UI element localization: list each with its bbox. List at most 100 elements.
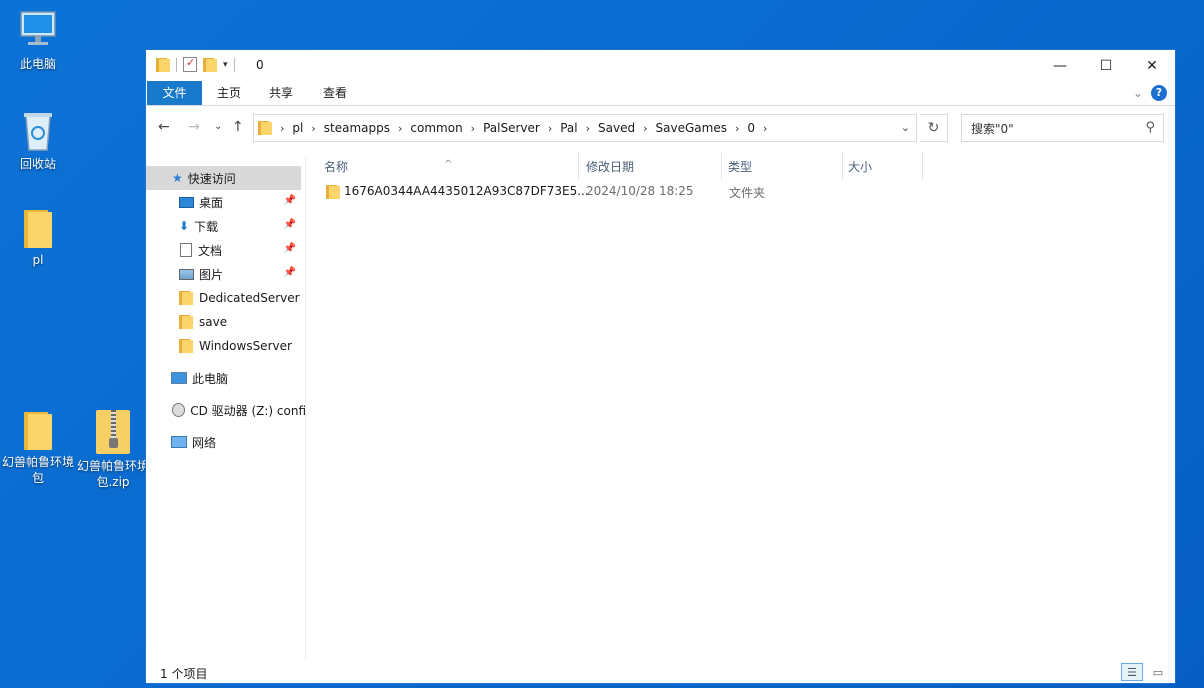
- breadcrumb-label: Saved: [598, 121, 636, 135]
- nav-item-label: 桌面: [199, 195, 224, 210]
- nav-item-label: 快速访问: [187, 171, 236, 186]
- table-row[interactable]: 1676A0344AA4435012A93C87DF73E5... 2024/1…: [320, 181, 1160, 203]
- large-icons-view-button[interactable]: ▭: [1147, 663, 1169, 681]
- breadcrumb-pl[interactable]: pl ›: [292, 121, 323, 135]
- column-header-label: 大小: [848, 160, 873, 174]
- pin-icon[interactable]: 📌: [284, 219, 296, 230]
- breadcrumb-saved[interactable]: Saved ›: [598, 121, 655, 135]
- nav-item-cd-drive[interactable]: CD 驱动器 (Z:) confi: [146, 398, 305, 422]
- breadcrumb-chevron-icon[interactable]: ›: [735, 122, 739, 135]
- nav-item-downloads[interactable]: ⬇ 下载 📌: [146, 214, 305, 238]
- nav-item-pictures[interactable]: 图片 📌: [146, 262, 305, 286]
- nav-item-label: 此电脑: [192, 371, 229, 386]
- nav-item-network[interactable]: 网络: [146, 430, 305, 454]
- pin-icon[interactable]: 📌: [284, 243, 296, 254]
- breadcrumb-chevron-icon[interactable]: ›: [471, 122, 475, 135]
- breadcrumb-chevron-icon[interactable]: ›: [586, 122, 590, 135]
- computer-icon: [20, 11, 56, 45]
- breadcrumb-chevron-icon[interactable]: ›: [763, 122, 767, 135]
- breadcrumb-separator[interactable]: ›: [280, 122, 292, 135]
- tab-view[interactable]: 查看: [310, 81, 360, 105]
- desktop-icon-pl-folder[interactable]: pl: [0, 210, 76, 268]
- tab-home[interactable]: 主页: [204, 81, 254, 105]
- search-icon[interactable]: ⚲: [1145, 120, 1155, 135]
- breadcrumb-palserver[interactable]: PalServer ›: [483, 121, 560, 135]
- tab-share[interactable]: 共享: [256, 81, 306, 105]
- search-placeholder: 搜索"0": [971, 121, 1014, 136]
- address-history-chevron-icon[interactable]: ⌄: [901, 121, 910, 134]
- properties-icon[interactable]: [183, 56, 197, 72]
- cd-drive-icon: [172, 403, 186, 417]
- refresh-button[interactable]: ↻: [920, 114, 948, 142]
- desktop-icon-palworld-zip[interactable]: 幻兽帕鲁环境包.zip: [75, 410, 151, 490]
- nav-item-label: DedicatedServer: [199, 291, 300, 305]
- folder-icon: [326, 185, 340, 199]
- column-header-name[interactable]: ^ 名称: [306, 155, 578, 179]
- refresh-icon: ↻: [927, 120, 940, 136]
- nav-item-this-pc[interactable]: 此电脑: [146, 366, 305, 390]
- breadcrumb-steamapps[interactable]: steamapps ›: [324, 121, 411, 135]
- nav-item-documents[interactable]: 文档 📌: [146, 238, 305, 262]
- breadcrumb-label: steamapps: [323, 121, 390, 135]
- tab-file[interactable]: 文件: [147, 81, 202, 105]
- details-view-button[interactable]: ☰: [1121, 663, 1143, 681]
- folder-icon: [258, 121, 272, 135]
- breadcrumb-common[interactable]: common ›: [410, 121, 483, 135]
- desktop-icon-palworld-pack[interactable]: 幻兽帕鲁环境包: [0, 412, 76, 486]
- up-arrow-icon[interactable]: ↑: [232, 119, 244, 135]
- breadcrumb-pal[interactable]: Pal ›: [560, 121, 598, 135]
- navigation-bar: ← → ⌄ ↑ › pl › steamapps › common › PalServ…: [146, 107, 1175, 148]
- computer-icon: [171, 372, 187, 384]
- file-list: ^ 名称 修改日期 类型 大小 1676A0344AA4435012A93C87…: [306, 148, 1175, 666]
- pin-icon[interactable]: 📌: [284, 267, 296, 278]
- back-arrow-icon[interactable]: ←: [158, 119, 170, 135]
- new-folder-icon[interactable]: [203, 57, 217, 72]
- desktop-icon-label: 幻兽帕鲁环境包.zip: [76, 459, 149, 489]
- pin-icon[interactable]: 📌: [284, 195, 296, 206]
- desktop-icon-label: 此电脑: [19, 57, 56, 71]
- breadcrumb-chevron-icon[interactable]: ›: [398, 122, 402, 135]
- breadcrumb-savegames[interactable]: SaveGames ›: [656, 121, 748, 135]
- ribbon-tabs: 文件 主页 共享 查看 ⌄ ?: [146, 81, 1175, 106]
- column-divider[interactable]: [922, 152, 923, 180]
- folder-icon: [179, 291, 193, 305]
- desktop-icon-label: pl: [32, 253, 44, 267]
- breadcrumb-label: 0: [747, 121, 755, 135]
- customize-toolbar-dropdown-icon[interactable]: ▾: [223, 60, 228, 70]
- desktop-icon-recycle-bin[interactable]: 回收站: [0, 108, 76, 172]
- nav-item-quick-access[interactable]: ★ 快速访问: [146, 166, 301, 190]
- sort-ascending-icon: ^: [444, 159, 453, 170]
- desktop-icon-label: 幻兽帕鲁环境包: [1, 455, 74, 485]
- desktop-icon-this-pc[interactable]: 此电脑: [0, 8, 76, 72]
- breadcrumb-label: Pal: [560, 121, 578, 135]
- maximize-button[interactable]: ☐: [1083, 50, 1129, 81]
- folder-icon: [179, 315, 193, 329]
- address-bar[interactable]: › pl › steamapps › common › PalServer › Pal ›…: [253, 114, 917, 142]
- nav-item-label: 图片: [199, 267, 224, 282]
- recent-locations-chevron-icon[interactable]: ⌄: [214, 121, 222, 132]
- breadcrumb-label: common: [410, 121, 463, 135]
- close-button[interactable]: ✕: [1129, 50, 1175, 81]
- search-box[interactable]: 搜索"0" ⚲: [961, 114, 1164, 142]
- nav-item-desktop[interactable]: 桌面 📌: [146, 190, 305, 214]
- breadcrumb-chevron-icon[interactable]: ›: [643, 122, 647, 135]
- expand-ribbon-chevron-icon[interactable]: ⌄: [1133, 86, 1143, 100]
- document-icon: [180, 243, 192, 257]
- folder-icon: [24, 210, 52, 248]
- folder-icon: [179, 339, 193, 353]
- download-arrow-icon: ⬇: [179, 219, 190, 233]
- column-header-size[interactable]: 大小: [830, 155, 922, 179]
- nav-item-folder-windowsserver[interactable]: WindowsServer: [146, 334, 305, 358]
- nav-item-folder-save[interactable]: save: [146, 310, 305, 334]
- nav-item-folder-dedicatedserver[interactable]: DedicatedServer: [146, 286, 305, 310]
- navigation-pane: ★ 快速访问 桌面 📌 ⬇ 下载 📌 文档 📌 图片 📌 DedicatedSe…: [146, 156, 306, 666]
- breadcrumb-chevron-icon[interactable]: ›: [548, 122, 552, 135]
- column-header-date[interactable]: 修改日期: [568, 155, 711, 179]
- help-icon[interactable]: ?: [1151, 85, 1167, 101]
- recycle-bin-icon: [24, 113, 52, 151]
- forward-arrow-icon[interactable]: →: [188, 119, 200, 135]
- minimize-button[interactable]: —: [1037, 50, 1083, 81]
- column-header-type[interactable]: 类型: [710, 155, 830, 179]
- breadcrumb-chevron-icon[interactable]: ›: [311, 122, 315, 135]
- breadcrumb-0[interactable]: 0 ›: [747, 121, 775, 135]
